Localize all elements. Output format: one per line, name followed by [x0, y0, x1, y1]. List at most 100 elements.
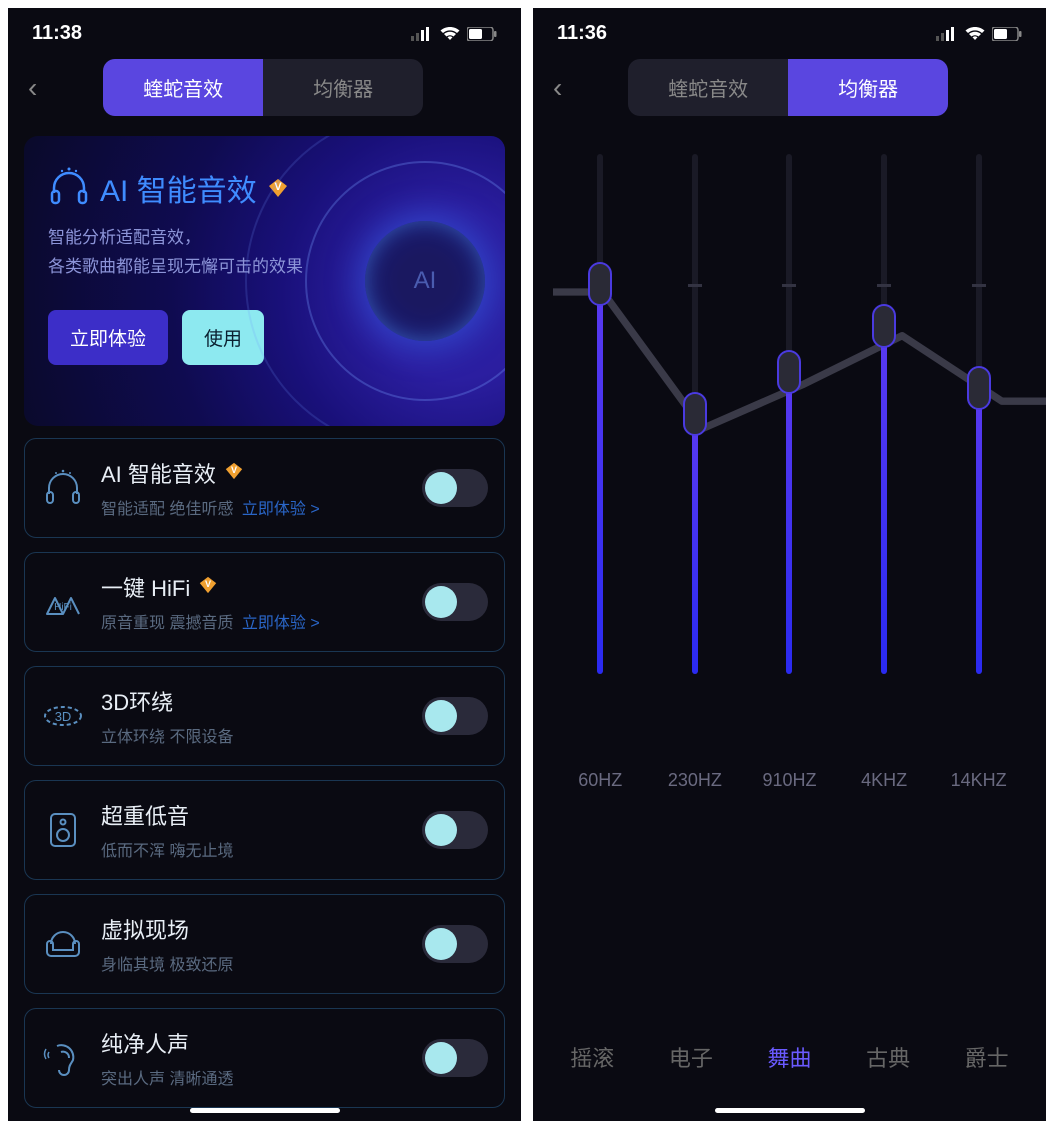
effect-subtitle: 原音重现 震撼音质 立即体验 > [101, 609, 406, 633]
tab-segment[interactable]: 蝰蛇音效 均衡器 [628, 59, 948, 116]
preset-tab[interactable]: 舞曲 [767, 1041, 811, 1073]
effect-toggle[interactable] [422, 697, 488, 735]
try-link[interactable]: 立即体验 > [237, 615, 319, 632]
status-time: 11:36 [557, 22, 607, 45]
vip-badge-icon: V [224, 461, 244, 486]
nav-bar: ‹ 蝰蛇音效 均衡器 [8, 53, 521, 124]
ai-orb: AI [365, 221, 485, 341]
equalizer-screen: 11:36 ‹ 蝰蛇音效 均衡器 60HZ [533, 8, 1046, 1121]
battery-icon [992, 27, 1022, 41]
effect-card[interactable]: 纯净人声 突出人声 清晰通透 [24, 1008, 505, 1108]
effect-body: 超重低音 低而不浑 嗨无止境 [101, 799, 406, 861]
effect-body: 纯净人声 突出人声 清晰通透 [101, 1027, 406, 1089]
nav-bar: ‹ 蝰蛇音效 均衡器 [533, 53, 1046, 124]
effect-body: 虚拟现场 身临其境 极致还原 [101, 913, 406, 975]
effect-title: 虚拟现场 [101, 913, 189, 945]
effect-title: AI 智能音效 [101, 457, 216, 489]
ear-icon [41, 1036, 85, 1080]
tab-effects[interactable]: 蝰蛇音效 [103, 59, 263, 116]
effect-toggle[interactable] [422, 925, 488, 963]
headphones-icon [41, 466, 85, 510]
effect-card[interactable]: 3D 3D环绕 立体环绕 不限设备 [24, 666, 505, 766]
tab-segment[interactable]: 蝰蛇音效 均衡器 [103, 59, 423, 116]
tab-equalizer[interactable]: 均衡器 [788, 59, 948, 116]
effect-body: 3D环绕 立体环绕 不限设备 [101, 685, 406, 747]
eq-thumb[interactable] [588, 262, 612, 306]
sound-effects-screen: 11:38 ‹ 蝰蛇音效 均衡器 AI AI 智能音效 V 智能分析适配音效， … [8, 8, 521, 1121]
eq-band [837, 154, 932, 754]
back-button[interactable]: ‹ [24, 68, 41, 108]
effect-subtitle: 智能适配 绝佳听感 立即体验 > [101, 495, 406, 519]
svg-text:V: V [205, 578, 211, 588]
effect-toggle[interactable] [422, 811, 488, 849]
effect-toggle[interactable] [422, 583, 488, 621]
preset-tab[interactable]: 电子 [669, 1041, 713, 1073]
try-now-button[interactable]: 立即体验 [48, 310, 168, 365]
effect-card[interactable]: 超重低音 低而不浑 嗨无止境 [24, 780, 505, 880]
eq-thumb[interactable] [967, 366, 991, 410]
home-indicator[interactable] [715, 1108, 865, 1113]
tab-effects[interactable]: 蝰蛇音效 [628, 59, 788, 116]
hero-title: AI 智能音效 [100, 166, 257, 210]
battery-icon [467, 27, 497, 41]
wifi-icon [439, 26, 461, 42]
equalizer-labels: 60HZ230HZ910HZ4KHZ14KHZ [553, 770, 1026, 791]
effect-body: AI 智能音效 V 智能适配 绝佳听感 立即体验 > [101, 457, 406, 519]
hero-card: AI AI 智能音效 V 智能分析适配音效， 各类歌曲都能呈现无懈可击的效果 立… [24, 136, 505, 426]
eq-band [931, 154, 1026, 754]
cellular-icon [936, 27, 958, 41]
eq-thumb[interactable] [777, 350, 801, 394]
home-indicator[interactable] [190, 1108, 340, 1113]
preset-tabs[interactable]: 摇滚 电子 舞曲 古典 爵士 [533, 1041, 1046, 1073]
try-link[interactable]: 立即体验 > [237, 501, 319, 518]
hifi-icon: HiFi [41, 580, 85, 624]
effect-toggle[interactable] [422, 469, 488, 507]
effect-subtitle: 低而不浑 嗨无止境 [101, 837, 406, 861]
effect-subtitle: 立体环绕 不限设备 [101, 723, 406, 747]
preset-tab[interactable]: 摇滚 [570, 1041, 614, 1073]
effect-title: 3D环绕 [101, 685, 173, 717]
preset-tab[interactable]: 古典 [866, 1041, 910, 1073]
status-bar: 11:38 [8, 8, 521, 53]
equalizer-sliders [553, 124, 1026, 754]
eq-band [553, 154, 648, 754]
headphones-icon [48, 167, 90, 209]
effect-list: AI 智能音效 V 智能适配 绝佳听感 立即体验 > HiFi 一键 HiFi V … [8, 438, 521, 1108]
effect-title: 一键 HiFi [101, 571, 190, 603]
eq-band-label: 14KHZ [931, 770, 1026, 791]
status-icons [411, 26, 497, 42]
eq-track[interactable] [881, 154, 887, 674]
eq-track[interactable] [597, 154, 603, 674]
eq-band-label: 230HZ [648, 770, 743, 791]
speaker-icon [41, 808, 85, 852]
eq-band [648, 154, 743, 754]
eq-track[interactable] [692, 154, 698, 674]
eq-track[interactable] [976, 154, 982, 674]
eq-thumb[interactable] [872, 304, 896, 348]
effect-card[interactable]: 虚拟现场 身临其境 极致还原 [24, 894, 505, 994]
eq-track[interactable] [786, 154, 792, 674]
svg-text:HiFi: HiFi [54, 602, 72, 613]
eq-band-label: 910HZ [742, 770, 837, 791]
eq-thumb[interactable] [683, 392, 707, 436]
effect-card[interactable]: HiFi 一键 HiFi V 原音重现 震撼音质 立即体验 > [24, 552, 505, 652]
eq-band-label: 60HZ [553, 770, 648, 791]
cellular-icon [411, 27, 433, 41]
eq-band [742, 154, 837, 754]
tab-equalizer[interactable]: 均衡器 [263, 59, 423, 116]
preset-tab[interactable]: 爵士 [965, 1041, 1009, 1073]
status-time: 11:38 [32, 22, 82, 45]
vip-badge-icon: V [198, 575, 218, 600]
effect-toggle[interactable] [422, 1039, 488, 1077]
status-bar: 11:36 [533, 8, 1046, 53]
effect-card[interactable]: AI 智能音效 V 智能适配 绝佳听感 立即体验 > [24, 438, 505, 538]
eq-band-label: 4KHZ [837, 770, 932, 791]
back-button[interactable]: ‹ [549, 68, 566, 108]
svg-text:V: V [231, 464, 237, 474]
sofa-icon [41, 922, 85, 966]
effect-title: 纯净人声 [101, 1027, 189, 1059]
effect-title: 超重低音 [101, 799, 189, 831]
status-icons [936, 26, 1022, 42]
svg-text:3D: 3D [55, 709, 72, 724]
effect-subtitle: 身临其境 极致还原 [101, 951, 406, 975]
